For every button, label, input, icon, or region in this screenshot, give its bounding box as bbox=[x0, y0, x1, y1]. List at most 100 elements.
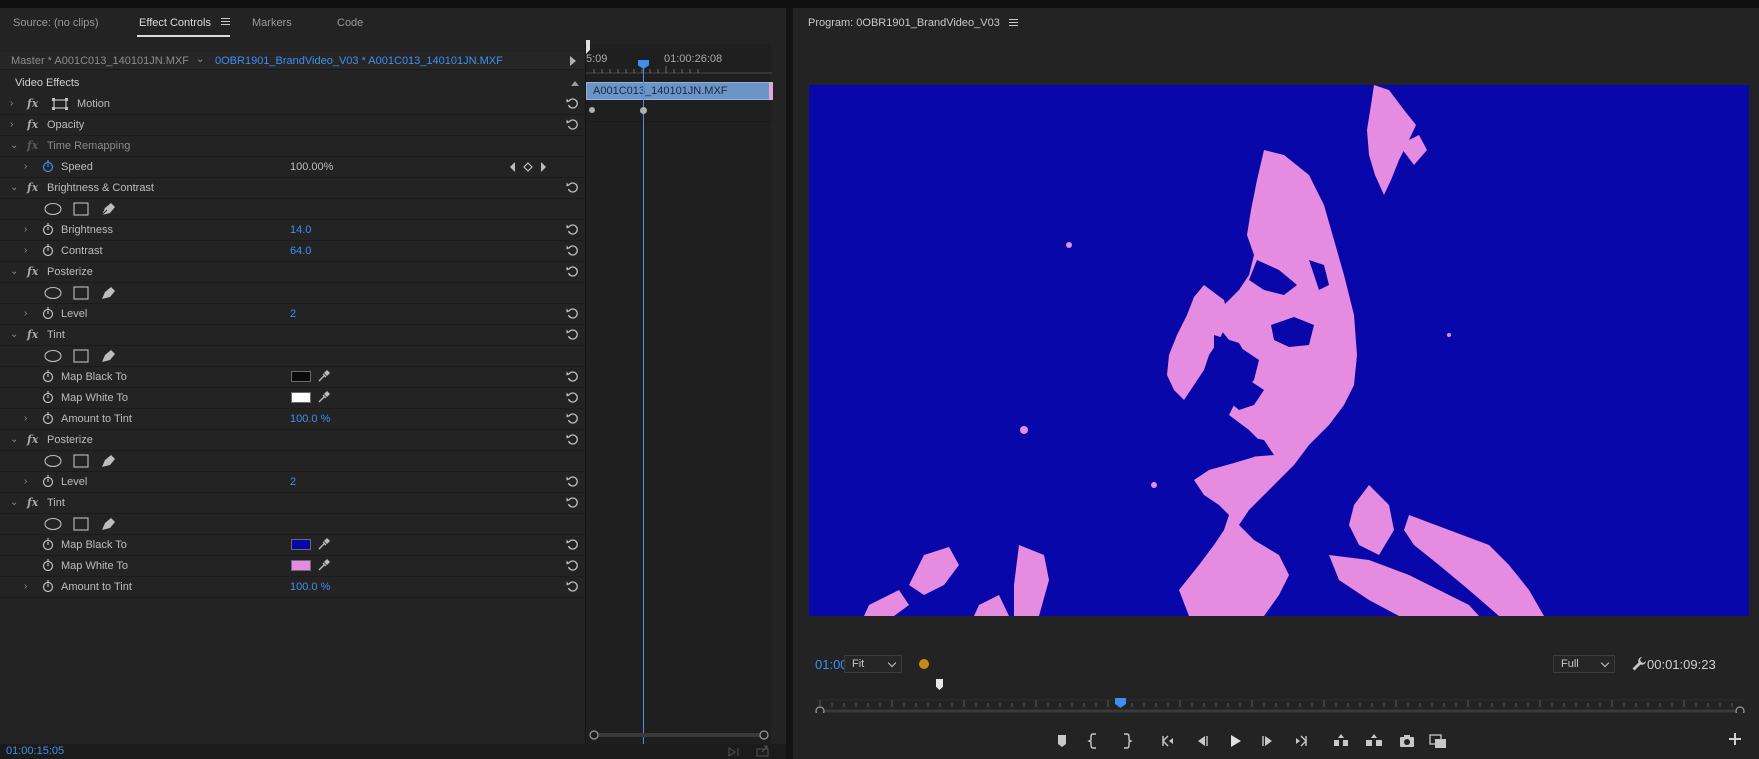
chevron-down-icon[interactable]: ⌄ bbox=[10, 497, 18, 508]
reset-icon[interactable] bbox=[565, 537, 579, 551]
sequence-clip-label[interactable]: 0OBR1901_BrandVideo_V03 * A001C013_14010… bbox=[215, 55, 503, 67]
timeline-zoom-scrollbar[interactable] bbox=[589, 730, 769, 740]
reset-icon[interactable] bbox=[565, 243, 579, 257]
rectangle-mask-icon[interactable] bbox=[72, 286, 90, 300]
chevron-down-icon[interactable]: ⌄ bbox=[196, 54, 204, 65]
pen-mask-icon[interactable] bbox=[99, 454, 117, 468]
step-back-icon[interactable] bbox=[1193, 732, 1211, 750]
chevron-right-icon[interactable]: › bbox=[10, 98, 13, 109]
reset-icon[interactable] bbox=[565, 180, 579, 194]
chevron-right-icon[interactable]: › bbox=[24, 581, 27, 592]
ellipse-mask-icon[interactable] bbox=[44, 349, 62, 363]
eyedropper-icon[interactable] bbox=[317, 537, 331, 551]
current-timecode[interactable]: 01:00:15:05 bbox=[6, 745, 64, 757]
ellipse-mask-icon[interactable] bbox=[44, 286, 62, 300]
lift-icon[interactable] bbox=[1332, 732, 1350, 750]
rectangle-mask-icon[interactable] bbox=[72, 202, 90, 216]
chevron-down-icon[interactable]: ⌄ bbox=[10, 182, 18, 193]
chevron-right-icon[interactable]: › bbox=[24, 308, 27, 319]
go-to-in-icon[interactable] bbox=[1159, 732, 1177, 750]
add-marker-dot[interactable] bbox=[919, 659, 929, 669]
stopwatch-icon[interactable] bbox=[42, 223, 54, 235]
wrench-icon[interactable] bbox=[1631, 656, 1647, 672]
reset-icon[interactable] bbox=[565, 369, 579, 383]
zoom-level-dropdown[interactable]: Fit bbox=[844, 655, 902, 673]
rectangle-mask-icon[interactable] bbox=[72, 349, 90, 363]
in-point-marker[interactable] bbox=[936, 679, 943, 690]
effect-row-opacity[interactable]: › fx Opacity bbox=[0, 115, 585, 136]
pen-mask-icon[interactable] bbox=[99, 286, 117, 300]
chevron-down-icon[interactable]: ⌄ bbox=[10, 434, 18, 445]
video-preview[interactable] bbox=[809, 85, 1749, 616]
tab-source[interactable]: Source: (no clips) bbox=[13, 17, 99, 29]
reset-icon[interactable] bbox=[565, 390, 579, 404]
button-editor-plus-icon[interactable] bbox=[1728, 732, 1742, 746]
fx-icon[interactable]: fx bbox=[27, 181, 38, 194]
reset-icon[interactable] bbox=[565, 96, 579, 110]
color-swatch[interactable] bbox=[291, 392, 311, 403]
reset-icon[interactable] bbox=[565, 411, 579, 425]
effect-row-tint[interactable]: ⌄ fx Tint bbox=[0, 325, 585, 346]
stopwatch-icon[interactable] bbox=[42, 391, 54, 403]
pen-mask-icon[interactable] bbox=[99, 517, 117, 531]
fx-icon[interactable]: fx bbox=[27, 265, 38, 278]
timeline-ruler[interactable]: 5:09 01:00:26:08 bbox=[586, 52, 772, 74]
chevron-down-icon[interactable]: ⌄ bbox=[10, 329, 18, 340]
color-swatch[interactable] bbox=[291, 539, 311, 550]
param-row-level[interactable]: › Level 2 bbox=[0, 304, 585, 325]
tab-code[interactable]: Code bbox=[337, 17, 363, 29]
go-to-out-icon[interactable] bbox=[1292, 732, 1310, 750]
reset-icon[interactable] bbox=[565, 474, 579, 488]
reset-icon[interactable] bbox=[565, 306, 579, 320]
reset-icon[interactable] bbox=[565, 264, 579, 278]
level-value[interactable]: 2 bbox=[290, 476, 296, 488]
effect-timeline[interactable]: 5:09 01:00:26:08 A001C013_140101JN.MXF bbox=[585, 40, 773, 748]
effect-row-posterize[interactable]: ⌄ fx Posterize bbox=[0, 430, 585, 451]
stopwatch-icon[interactable] bbox=[42, 559, 54, 571]
mark-in-icon[interactable] bbox=[1085, 732, 1103, 750]
eyedropper-icon[interactable] bbox=[317, 390, 331, 404]
chevron-right-icon[interactable]: › bbox=[24, 476, 27, 487]
panel-divider[interactable] bbox=[786, 8, 793, 759]
speed-value[interactable]: 100.00% bbox=[290, 161, 333, 173]
comparison-view-icon[interactable] bbox=[1429, 732, 1447, 750]
fx-icon[interactable]: fx bbox=[27, 118, 38, 131]
ellipse-mask-icon[interactable] bbox=[44, 202, 62, 216]
reset-icon[interactable] bbox=[565, 558, 579, 572]
param-row-speed[interactable]: › Speed 100.00% bbox=[0, 157, 585, 178]
ellipse-mask-icon[interactable] bbox=[44, 517, 62, 531]
pen-mask-icon[interactable] bbox=[99, 202, 117, 216]
contrast-value[interactable]: 64.0 bbox=[290, 245, 311, 257]
param-row-map-black-to[interactable]: Map Black To bbox=[0, 535, 585, 556]
fx-icon[interactable]: fx bbox=[27, 328, 38, 341]
chevron-right-icon[interactable]: › bbox=[24, 413, 27, 424]
stopwatch-icon[interactable] bbox=[42, 580, 54, 592]
add-marker-icon[interactable] bbox=[1053, 732, 1071, 750]
reset-icon[interactable] bbox=[565, 327, 579, 341]
fx-icon[interactable]: fx bbox=[27, 97, 38, 110]
reset-icon[interactable] bbox=[565, 495, 579, 509]
fx-icon[interactable]: fx bbox=[27, 496, 38, 509]
reset-icon[interactable] bbox=[565, 432, 579, 446]
collapse-up-icon[interactable] bbox=[571, 81, 579, 86]
ellipse-mask-icon[interactable] bbox=[44, 454, 62, 468]
stopwatch-icon[interactable] bbox=[42, 307, 54, 319]
stopwatch-icon[interactable] bbox=[42, 370, 54, 382]
scrub-bar[interactable] bbox=[815, 693, 1745, 713]
param-row-level[interactable]: › Level 2 bbox=[0, 472, 585, 493]
keyframe-dot[interactable] bbox=[589, 107, 595, 113]
param-row-map-white-to[interactable]: Map White To bbox=[0, 388, 585, 409]
step-forward-icon[interactable] bbox=[1259, 732, 1277, 750]
effect-row-time-remapping[interactable]: ⌄ fx Time Remapping bbox=[0, 136, 585, 157]
param-row-amount-to-tint[interactable]: › Amount to Tint 100.0 % bbox=[0, 409, 585, 430]
keyframe-dot[interactable] bbox=[640, 107, 647, 114]
pen-mask-icon[interactable] bbox=[99, 349, 117, 363]
playhead-line[interactable] bbox=[643, 66, 644, 748]
param-row-brightness[interactable]: › Brightness 14.0 bbox=[0, 220, 585, 241]
play-audio-icon[interactable] bbox=[728, 746, 742, 758]
reset-icon[interactable] bbox=[565, 579, 579, 593]
mark-out-icon[interactable] bbox=[1117, 732, 1135, 750]
stopwatch-icon[interactable] bbox=[42, 160, 54, 172]
extract-icon[interactable] bbox=[1365, 732, 1383, 750]
stopwatch-icon[interactable] bbox=[42, 412, 54, 424]
